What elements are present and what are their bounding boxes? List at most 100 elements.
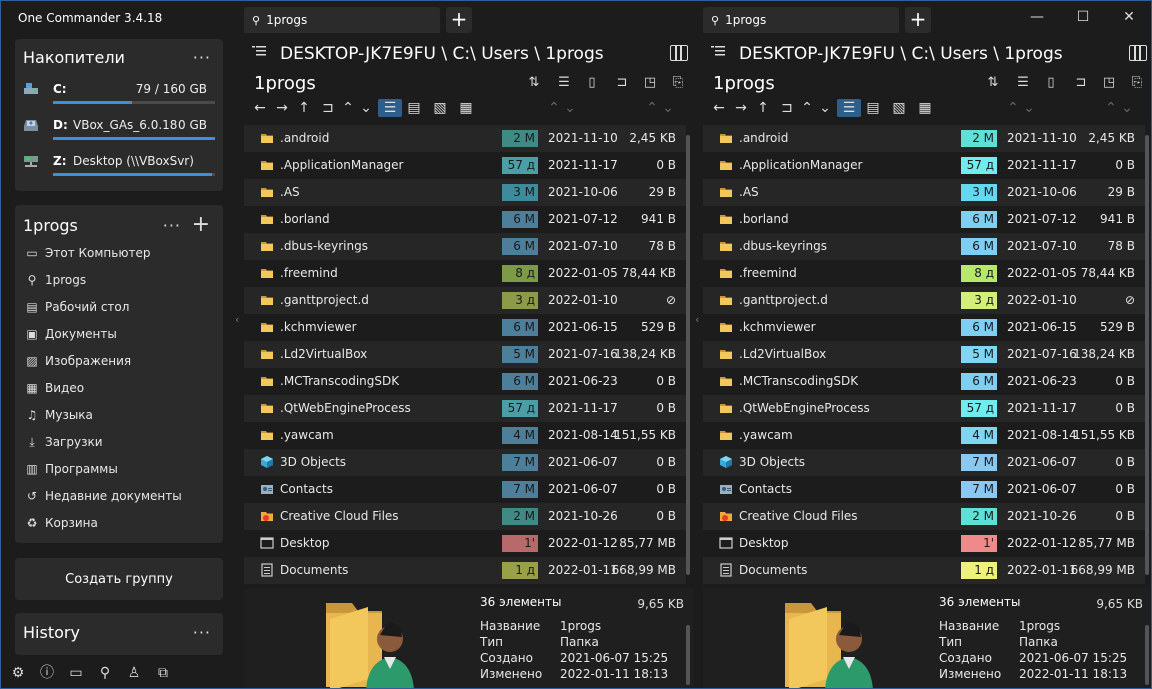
file-row[interactable]: Contacts 7 M 2021-06-07 0 B <box>703 476 1145 503</box>
create-group-button[interactable]: Создать группу <box>15 558 223 600</box>
chevron-down-icon[interactable]: ⌄ <box>817 99 833 117</box>
middle-splitter-handle[interactable]: ‹ <box>695 313 699 326</box>
rename-icon[interactable]: ◳ <box>1101 75 1117 91</box>
file-row[interactable]: .freemind 8 д 2022-01-05 78,44 KB <box>244 260 686 287</box>
details-scrollbar[interactable] <box>1145 625 1149 685</box>
file-row[interactable]: .ApplicationManager 57 д 2021-11-17 0 B <box>703 152 1145 179</box>
up-icon[interactable]: ↑ <box>755 99 771 117</box>
maximize-button[interactable]: ☐ <box>1060 1 1106 33</box>
up-icon[interactable]: ↑ <box>296 99 312 117</box>
file-row[interactable]: .borland 6 M 2021-07-12 941 B <box>703 206 1145 233</box>
view-list-icon[interactable]: ▤ <box>865 99 881 117</box>
file-list-scrollbar[interactable] <box>686 135 690 575</box>
file-row[interactable]: .Ld2VirtualBox 5 M 2021-07-16 138,24 KB <box>703 341 1145 368</box>
file-list-scrollbar[interactable] <box>1145 135 1149 575</box>
nav-item-downloads[interactable]: ⤓ Загрузки <box>25 431 215 453</box>
minimize-button[interactable]: — <box>1014 1 1060 33</box>
file-row[interactable]: 3D Objects 7 M 2021-06-07 0 B <box>244 449 686 476</box>
chevron-down-icon[interactable]: ⌄ <box>660 99 676 117</box>
panels-icon[interactable]: ⧉ <box>155 665 171 681</box>
chevron-up-icon[interactable]: ⌃ <box>644 99 660 117</box>
file-row[interactable]: .Ld2VirtualBox 5 M 2021-07-16 138,24 KB <box>244 341 686 368</box>
chevron-up-icon[interactable]: ⌃ <box>1005 99 1021 117</box>
file-row[interactable]: Creative Cloud Files 2 M 2021-10-26 0 B <box>703 503 1145 530</box>
view-preview-icon[interactable]: ▧ <box>891 99 907 117</box>
view-details-icon[interactable]: ☰ <box>378 99 402 117</box>
file-row[interactable]: .dbus-keyrings 6 M 2021-07-10 78 B <box>703 233 1145 260</box>
nav-item-recent[interactable]: ↺ Недавние документы <box>25 485 215 507</box>
chevron-up-icon[interactable]: ⌃ <box>799 99 815 117</box>
file-row[interactable]: 3D Objects 7 M 2021-06-07 0 B <box>703 449 1145 476</box>
list-settings-icon[interactable]: ☰ <box>1015 75 1031 91</box>
open-folder-icon[interactable]: ⊐ <box>779 99 795 117</box>
file-row[interactable]: .ApplicationManager 57 д 2021-11-17 0 B <box>244 152 686 179</box>
history-more-button[interactable]: ··· <box>193 623 211 642</box>
file-row[interactable]: .android 2 M 2021-11-10 2,45 KB <box>703 125 1145 152</box>
nav-item-images[interactable]: ▨ Изображения <box>25 350 215 372</box>
file-row[interactable]: Contacts 7 M 2021-06-07 0 B <box>244 476 686 503</box>
nav-item-video[interactable]: ▦ Видео <box>25 377 215 399</box>
new-file-icon[interactable]: ▯ <box>1043 75 1059 91</box>
new-folder-icon[interactable]: ⊐ <box>1073 75 1089 91</box>
chevron-down-icon[interactable]: ⌄ <box>1119 99 1135 117</box>
file-row[interactable]: Creative Cloud Files 2 M 2021-10-26 0 B <box>244 503 686 530</box>
file-row[interactable]: .kchmviewer 6 M 2021-06-15 529 B <box>703 314 1145 341</box>
file-row[interactable]: .MCTranscodingSDK 6 M 2021-06-23 0 B <box>703 368 1145 395</box>
file-row[interactable]: .ganttproject.d 3 д 2022-01-10 ⊘ <box>703 287 1145 314</box>
forward-icon[interactable]: → <box>274 99 290 117</box>
tab-1progs[interactable]: ⚲ 1progs <box>703 7 899 33</box>
drive-c[interactable]: C: 79 / 160 GB <box>23 81 215 117</box>
search-icon[interactable]: ⚲ <box>97 665 113 681</box>
file-row[interactable]: .dbus-keyrings 6 M 2021-07-10 78 B <box>244 233 686 260</box>
file-row[interactable]: .AS 3 M 2021-10-06 29 B <box>244 179 686 206</box>
file-row[interactable]: Documents 1 д 2022-01-11 668,99 MB <box>244 557 686 584</box>
file-row[interactable]: Documents 1 д 2022-01-11 668,99 MB <box>703 557 1145 584</box>
chevron-down-icon[interactable]: ⌄ <box>358 99 374 117</box>
rename-icon[interactable]: ◳ <box>642 75 658 91</box>
nav-item-documents[interactable]: ▣ Документы <box>25 323 215 345</box>
breadcrumb[interactable]: DESKTOP-JK7E9FU \ C:\ Users \ 1progs <box>739 44 1063 64</box>
drive-z[interactable]: Z: Desktop (\\VBoxSvr) <box>23 153 215 189</box>
list-settings-icon[interactable]: ☰ <box>556 75 572 91</box>
chevron-up-icon[interactable]: ⌃ <box>546 99 562 117</box>
file-row[interactable]: .android 2 M 2021-11-10 2,45 KB <box>244 125 686 152</box>
new-folder-icon[interactable]: ⊐ <box>614 75 630 91</box>
open-folder-icon[interactable]: ⊐ <box>320 99 336 117</box>
left-splitter-handle[interactable]: ‹ <box>235 313 239 326</box>
chevron-down-icon[interactable]: ⌄ <box>1021 99 1037 117</box>
close-button[interactable]: ✕ <box>1106 1 1151 33</box>
add-place-button[interactable]: + <box>192 212 211 237</box>
drives-more-button[interactable]: ··· <box>193 48 211 67</box>
view-list-icon[interactable]: ▤ <box>406 99 422 117</box>
places-more-button[interactable]: ··· <box>163 216 181 235</box>
file-row[interactable]: .QtWebEngineProcess 57 д 2021-11-17 0 B <box>703 395 1145 422</box>
nav-item-desktop[interactable]: ▤ Рабочий стол <box>25 296 215 318</box>
agent-icon[interactable]: ♙ <box>126 665 142 681</box>
view-grid-icon[interactable]: ▦ <box>917 99 933 117</box>
clipboard-icon[interactable]: ⎘ <box>1129 75 1145 91</box>
details-scrollbar[interactable] <box>686 625 690 685</box>
file-row[interactable]: .borland 6 M 2021-07-12 941 B <box>244 206 686 233</box>
forward-icon[interactable]: → <box>733 99 749 117</box>
columns-icon[interactable] <box>1129 45 1147 61</box>
file-row[interactable]: .AS 3 M 2021-10-06 29 B <box>703 179 1145 206</box>
nav-item-user[interactable]: ⚲ 1progs <box>25 269 215 291</box>
view-preview-icon[interactable]: ▧ <box>432 99 448 117</box>
breadcrumb[interactable]: DESKTOP-JK7E9FU \ C:\ Users \ 1progs <box>280 44 604 64</box>
file-row[interactable]: .ganttproject.d 3 д 2022-01-10 ⊘ <box>244 287 686 314</box>
chevron-up-icon[interactable]: ⌃ <box>1103 99 1119 117</box>
view-details-icon[interactable]: ☰ <box>837 99 861 117</box>
new-file-icon[interactable]: ▯ <box>584 75 600 91</box>
nav-item-trash[interactable]: ♻ Корзина <box>25 512 215 534</box>
file-row[interactable]: .kchmviewer 6 M 2021-06-15 529 B <box>244 314 686 341</box>
back-icon[interactable]: ← <box>711 99 727 117</box>
chevron-up-icon[interactable]: ⌃ <box>340 99 356 117</box>
file-row[interactable]: .yawcam 4 M 2021-08-14 151,55 KB <box>244 422 686 449</box>
file-row[interactable]: .MCTranscodingSDK 6 M 2021-06-23 0 B <box>244 368 686 395</box>
new-tab-button[interactable]: + <box>905 7 931 33</box>
view-grid-icon[interactable]: ▦ <box>458 99 474 117</box>
sort-icon[interactable]: ⇅ <box>526 75 542 91</box>
menu-icon[interactable] <box>252 45 266 57</box>
columns-icon[interactable] <box>670 45 688 61</box>
menu-icon[interactable] <box>711 45 725 57</box>
